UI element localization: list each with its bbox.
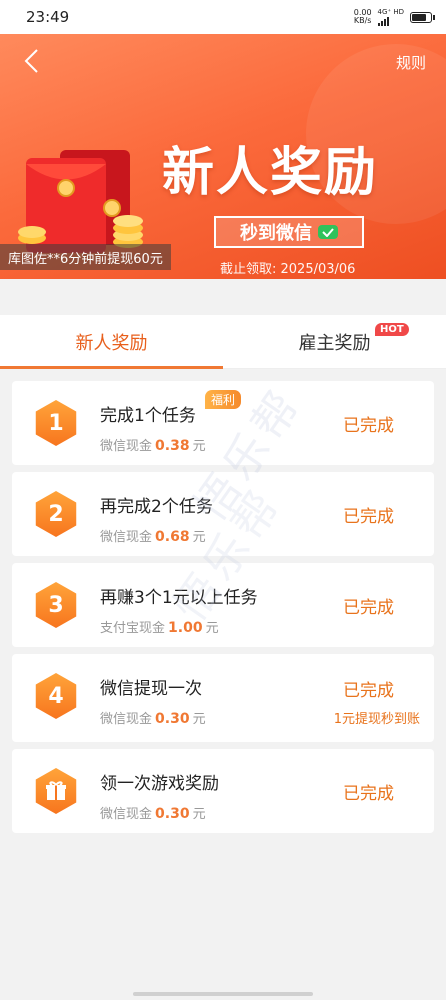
- status-icons: 0.00 KB/s 4G⁺ HD: [353, 7, 435, 26]
- withdraw-ticker: 库图佐**6分钟前提现60元: [0, 244, 171, 270]
- task-reward: 支付宝现金 1.00 元: [100, 620, 219, 636]
- welfare-tag: 福利: [205, 390, 242, 409]
- battery-icon: [410, 11, 435, 23]
- task-title: 再完成2个任务: [100, 497, 213, 517]
- reward-amount: 0.38: [155, 438, 190, 454]
- banner-title: 新人奖励: [162, 143, 379, 203]
- home-indicator[interactable]: [133, 992, 313, 996]
- task-title: 再赚3个1元以上任务: [100, 588, 258, 608]
- task-item-4: 4 微信提现一次 微信现金 0.30 元 已完成 1元提现秒到账: [12, 654, 434, 742]
- reward-amount: 0.68: [155, 529, 190, 545]
- step-badge: 2: [35, 491, 77, 537]
- network-type: 4G⁺ HD: [377, 7, 404, 16]
- task-status: 已完成: [343, 598, 394, 618]
- task-item-3: 3 再赚3个1元以上任务 支付宝现金 1.00 元 已完成: [12, 563, 434, 647]
- rules-button[interactable]: 规则: [396, 52, 426, 73]
- deadline-text: 截止领取: 2025/03/06: [220, 262, 356, 277]
- task-status: 已完成: [343, 784, 394, 804]
- gift-icon: [35, 768, 77, 814]
- task-status-note: 1元提现秒到账: [333, 712, 420, 727]
- reward-amount: 0.30: [155, 806, 190, 822]
- hot-badge: HOT: [375, 323, 409, 336]
- task-status: 已完成: [343, 681, 394, 701]
- task-title: 领一次游戏奖励: [100, 774, 219, 794]
- network-speed: 0.00 KB/s: [353, 8, 372, 25]
- task-reward: 微信现金 0.30 元: [100, 711, 206, 727]
- task-item-5: 领一次游戏奖励 微信现金 0.30 元 已完成: [12, 749, 434, 833]
- task-title: 完成1个任务: [100, 406, 196, 426]
- step-badge: 4: [35, 673, 77, 719]
- reward-amount: 1.00: [168, 620, 203, 636]
- check-icon: [318, 225, 338, 239]
- tab-label: 雇主奖励: [298, 332, 371, 354]
- status-time: 23:49: [26, 8, 70, 26]
- promo-banner: 规则 新人奖励 秒到微信 截止领取: 2025/03/06: [0, 34, 446, 279]
- task-item-1: 1 福利 完成1个任务 微信现金 0.38 元 已完成: [12, 381, 434, 465]
- step-badge: 1: [35, 400, 77, 446]
- task-status: 已完成: [343, 416, 394, 436]
- task-status: 已完成: [343, 507, 394, 527]
- cellular-signal-icon: 4G⁺ HD: [377, 7, 404, 26]
- back-button[interactable]: [18, 48, 44, 74]
- status-bar: 23:49 0.00 KB/s 4G⁺ HD: [0, 0, 446, 34]
- step-badge: 3: [35, 582, 77, 628]
- task-reward: 微信现金 0.38 元: [100, 438, 206, 454]
- chevron-left-icon: [24, 49, 38, 73]
- task-list: 1 福利 完成1个任务 微信现金 0.38 元 已完成 2 再完成2个任务 微信现金…: [0, 369, 446, 833]
- reward-amount: 0.30: [155, 711, 190, 727]
- task-reward: 微信现金 0.68 元: [100, 529, 206, 545]
- tab-bar: 新人奖励 雇主奖励 HOT: [0, 315, 446, 369]
- task-item-2: 2 再完成2个任务 微信现金 0.68 元 已完成: [12, 472, 434, 556]
- task-reward: 微信现金 0.30 元: [100, 806, 206, 822]
- instant-wechat-badge: 秒到微信: [214, 216, 364, 248]
- tab-employer-reward[interactable]: 雇主奖励 HOT: [223, 315, 446, 368]
- tab-newcomer-reward[interactable]: 新人奖励: [0, 315, 223, 369]
- task-title: 微信提现一次: [100, 679, 202, 699]
